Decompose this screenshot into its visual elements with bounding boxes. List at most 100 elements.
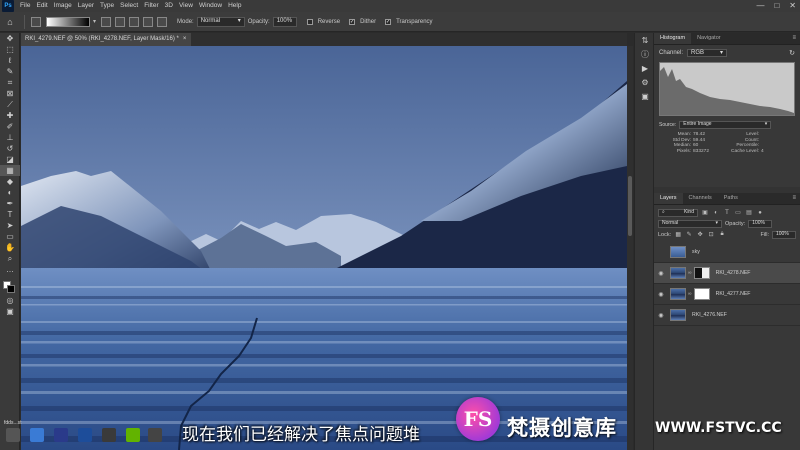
more-tools-icon[interactable]: … bbox=[0, 264, 20, 275]
lock-transparency-icon[interactable]: ▦ bbox=[674, 231, 682, 239]
eye-icon[interactable]: ◉ bbox=[654, 291, 668, 298]
quick-mask-icon[interactable]: ◎ bbox=[0, 295, 20, 306]
menu-window[interactable]: Window bbox=[196, 0, 225, 12]
link-icon[interactable]: ∞ bbox=[688, 270, 692, 276]
scrollbar-thumb[interactable] bbox=[628, 176, 632, 236]
eye-icon[interactable]: ◉ bbox=[654, 312, 668, 319]
dodge-tool-icon[interactable]: ◐ bbox=[0, 187, 20, 198]
panel-menu-icon[interactable]: ≡ bbox=[792, 33, 800, 44]
history-brush-tool-icon[interactable]: ↺ bbox=[0, 143, 20, 154]
lock-artboard-icon[interactable]: ⊡ bbox=[707, 231, 715, 239]
menu-type[interactable]: Type bbox=[97, 0, 117, 12]
lasso-tool-icon[interactable]: ℓ bbox=[0, 55, 20, 66]
menu-3d[interactable]: 3D bbox=[162, 0, 176, 12]
info-panel-icon[interactable]: ⓘ bbox=[635, 47, 655, 61]
properties-panel-icon[interactable]: ⚙ bbox=[635, 75, 655, 89]
tab-channels[interactable]: Channels bbox=[683, 193, 718, 204]
layer-row-rki-4276[interactable]: ◉ RKI_4276.NEF bbox=[654, 305, 800, 326]
radial-gradient-icon[interactable] bbox=[115, 16, 126, 27]
taskbar-app-icon[interactable] bbox=[30, 428, 44, 442]
rectangle-tool-icon[interactable]: ▭ bbox=[0, 231, 20, 242]
menu-file[interactable]: File bbox=[17, 0, 33, 12]
hand-tool-icon[interactable]: ✋ bbox=[0, 242, 20, 253]
type-tool-icon[interactable]: T bbox=[0, 209, 20, 220]
menu-view[interactable]: View bbox=[176, 0, 196, 12]
source-select[interactable]: Entire Image ▾ bbox=[679, 120, 772, 129]
filter-toggle-icon[interactable]: ● bbox=[756, 209, 764, 217]
taskbar-app-icon[interactable] bbox=[148, 428, 162, 442]
kind-filter-select[interactable]: ⌕ Kind bbox=[658, 208, 698, 217]
layer-row-rki-4277[interactable]: ◉ ∞ RKI_4277.NEF bbox=[654, 284, 800, 305]
menu-help[interactable]: Help bbox=[225, 0, 244, 12]
channel-select[interactable]: RGB ▾ bbox=[687, 49, 728, 57]
actions-panel-icon[interactable]: ▶ bbox=[635, 61, 655, 75]
lock-position-icon[interactable]: ✥ bbox=[696, 231, 704, 239]
adjustments-panel-icon[interactable]: ▣ bbox=[635, 89, 655, 103]
tab-histogram[interactable]: Histogram bbox=[654, 33, 692, 44]
type-filter-icon[interactable]: T bbox=[723, 209, 731, 217]
blur-tool-icon[interactable]: ◆ bbox=[0, 176, 20, 187]
pen-tool-icon[interactable]: ✒ bbox=[0, 198, 20, 209]
layer-row-sky[interactable]: sky bbox=[654, 242, 800, 263]
reflected-gradient-icon[interactable] bbox=[143, 16, 154, 27]
healing-brush-tool-icon[interactable]: ✚ bbox=[0, 110, 20, 121]
panel-menu-icon[interactable]: ≡ bbox=[792, 193, 800, 204]
blend-mode-select[interactable]: Normal ▾ bbox=[658, 219, 722, 228]
reverse-checkbox[interactable] bbox=[306, 18, 313, 25]
dither-checkbox[interactable]: ✓ bbox=[349, 18, 356, 25]
vertical-scrollbar[interactable] bbox=[627, 46, 633, 450]
background-color-swatch[interactable] bbox=[7, 285, 15, 293]
move-tool-icon[interactable]: ✥ bbox=[0, 33, 20, 44]
layer-opacity-input[interactable]: 100% bbox=[748, 219, 773, 228]
minimize-button[interactable]: — bbox=[756, 0, 764, 12]
tab-navigator[interactable]: Navigator bbox=[691, 33, 727, 44]
brush-tool-icon[interactable]: ✐ bbox=[0, 121, 20, 132]
menu-select[interactable]: Select bbox=[117, 0, 141, 12]
menu-edit[interactable]: Edit bbox=[33, 0, 50, 12]
document-tab[interactable]: RKI_4279.NEF @ 50% (RKI_4278.NEF, Layer … bbox=[21, 33, 191, 46]
close-tab-icon[interactable]: × bbox=[183, 36, 187, 42]
transparency-checkbox[interactable]: ✓ bbox=[385, 18, 392, 25]
menu-filter[interactable]: Filter bbox=[141, 0, 161, 12]
adjustment-filter-icon[interactable]: ◐ bbox=[712, 209, 720, 217]
layer-mask-thumbnail[interactable] bbox=[693, 267, 710, 279]
refresh-icon[interactable]: ↻ bbox=[789, 49, 795, 57]
chevron-down-icon[interactable]: ▾ bbox=[93, 18, 96, 25]
gradient-tool-preset-icon[interactable] bbox=[31, 16, 41, 27]
eraser-tool-icon[interactable]: ◪ bbox=[0, 154, 20, 165]
canvas[interactable] bbox=[21, 46, 627, 450]
tab-layers[interactable]: Layers bbox=[654, 193, 683, 204]
menu-layer[interactable]: Layer bbox=[75, 0, 97, 12]
crop-tool-icon[interactable]: ⌗ bbox=[0, 77, 20, 88]
diamond-gradient-icon[interactable] bbox=[157, 16, 168, 27]
tab-paths[interactable]: Paths bbox=[718, 193, 744, 204]
quick-select-tool-icon[interactable]: ✎ bbox=[0, 66, 20, 77]
smart-object-filter-icon[interactable]: ▤ bbox=[745, 209, 753, 217]
menu-image[interactable]: Image bbox=[51, 0, 75, 12]
layer-row-rki-4278[interactable]: ◉ ∞ RKI_4278.NEF bbox=[654, 263, 800, 284]
pixel-filter-icon[interactable]: ▣ bbox=[701, 209, 709, 217]
fill-input[interactable]: 100% bbox=[772, 230, 796, 239]
eyedropper-tool-icon[interactable]: ⟋ bbox=[0, 99, 20, 110]
taskbar-app-icon[interactable] bbox=[78, 428, 92, 442]
eye-icon[interactable]: ◉ bbox=[654, 270, 668, 277]
home-icon[interactable]: ⌂ bbox=[0, 12, 20, 32]
link-icon[interactable]: ∞ bbox=[688, 291, 692, 297]
frame-tool-icon[interactable]: ⊠ bbox=[0, 88, 20, 99]
taskbar-app-icon[interactable] bbox=[126, 428, 140, 442]
gradient-swatch[interactable] bbox=[46, 16, 90, 27]
lock-all-icon[interactable]: 🔒︎ bbox=[718, 231, 726, 239]
zoom-tool-icon[interactable]: ⌕ bbox=[0, 253, 20, 264]
screen-mode-icon[interactable]: ▣ bbox=[0, 306, 20, 317]
taskbar-app-icon[interactable] bbox=[102, 428, 116, 442]
color-swatches[interactable] bbox=[0, 279, 20, 295]
gradient-tool-icon[interactable]: ▦ bbox=[0, 165, 20, 176]
lock-pixels-icon[interactable]: ✎ bbox=[685, 231, 693, 239]
mode-select[interactable]: Normal ▾ bbox=[196, 16, 245, 27]
close-button[interactable]: ✕ bbox=[789, 0, 796, 12]
linear-gradient-icon[interactable] bbox=[101, 16, 112, 27]
taskbar-app-icon[interactable] bbox=[54, 428, 68, 442]
path-selection-tool-icon[interactable]: ➤ bbox=[0, 220, 20, 231]
taskbar-app-icon[interactable] bbox=[6, 428, 20, 442]
layer-mask-thumbnail[interactable] bbox=[693, 288, 710, 300]
